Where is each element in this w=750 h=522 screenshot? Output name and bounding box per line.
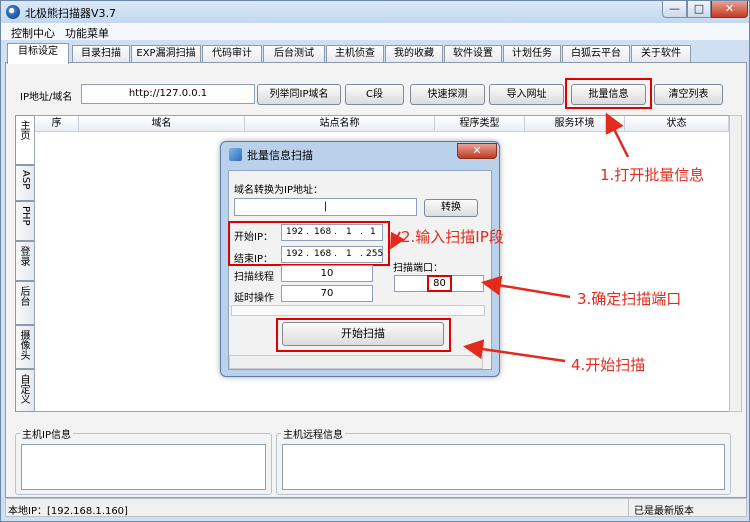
annotation-step-2: 2.输入扫描IP段	[401, 228, 504, 246]
arrow-port	[481, 275, 571, 299]
annotation-step-4: 4.开始扫描	[571, 356, 646, 374]
annotation-step-1: 1.打开批量信息	[600, 166, 705, 184]
arrow-start-scan	[463, 339, 566, 363]
annotation-step-3: 3.确定扫描端口	[577, 290, 682, 308]
arrow-batch-info	[605, 112, 630, 158]
annotation-arrows	[390, 112, 630, 363]
tab-target-settings[interactable]: 目标设定	[7, 43, 69, 64]
arrow-ip-range	[390, 231, 405, 250]
